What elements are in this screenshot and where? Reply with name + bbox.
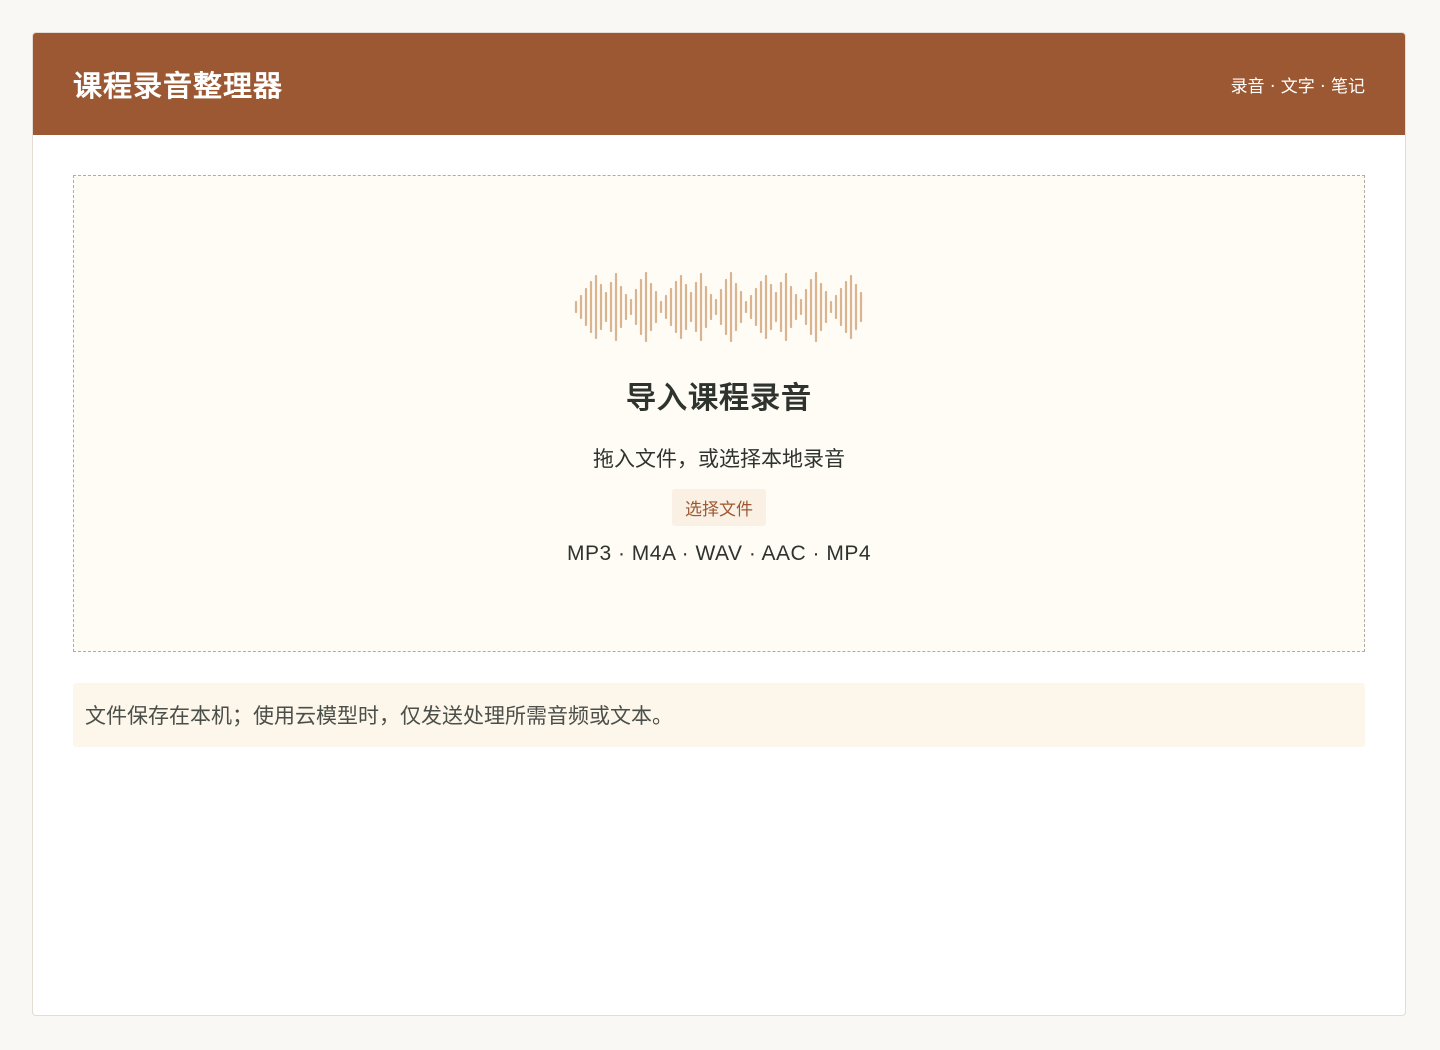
privacy-notice: 文件保存在本机；使用云模型时，仅发送处理所需音频或文本。 <box>73 683 1365 747</box>
dropzone-subtitle: 拖入文件，或选择本地录音 <box>593 447 845 471</box>
main-content: 导入课程录音 拖入文件，或选择本地录音 选择文件 MP3 · M4A · WAV… <box>33 135 1405 747</box>
dropzone-title: 导入课程录音 <box>626 381 812 416</box>
upload-dropzone[interactable]: 导入课程录音 拖入文件，或选择本地录音 选择文件 MP3 · M4A · WAV… <box>73 175 1365 652</box>
supported-formats: MP3 · M4A · WAV · AAC · MP4 <box>566 542 872 565</box>
app-window: 课程录音整理器 录音 · 文字 · 笔记 导入课程录音 拖入文件，或选择本地录音… <box>32 32 1406 1016</box>
header-tagline: 录音 · 文字 · 笔记 <box>1230 76 1365 97</box>
choose-file-button[interactable]: 选择文件 <box>672 489 766 526</box>
waveform-icon <box>574 271 863 343</box>
app-title: 课程录音整理器 <box>73 69 284 103</box>
app-header: 课程录音整理器 录音 · 文字 · 笔记 <box>33 33 1405 135</box>
